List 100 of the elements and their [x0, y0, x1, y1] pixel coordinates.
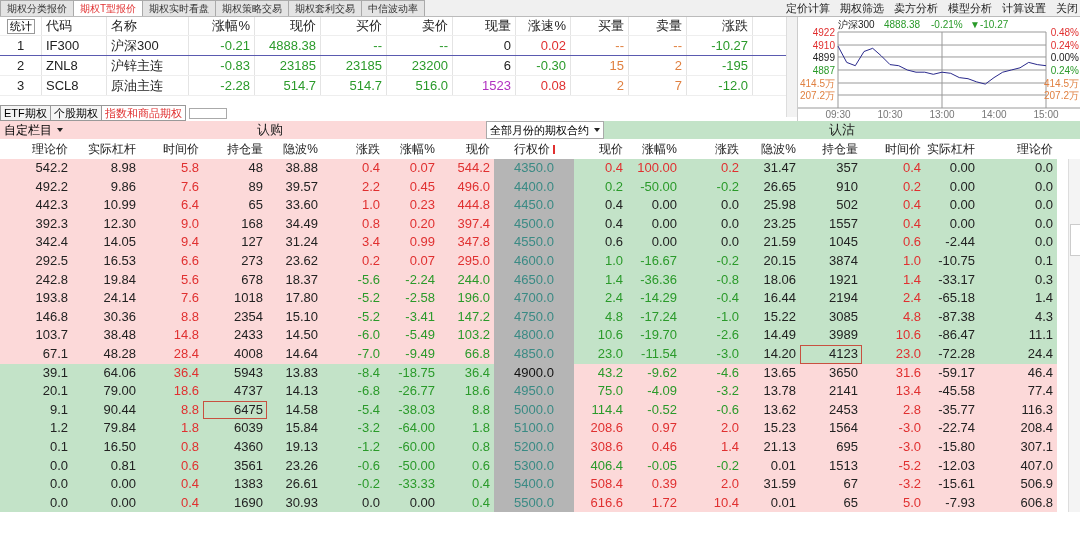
table-cell: 原油主连 [107, 76, 189, 95]
column-header[interactable]: 行权价 [494, 139, 574, 159]
row-number: 3 [0, 76, 42, 95]
table-cell: 0.4 [862, 196, 925, 215]
menu-item[interactable]: 定价计算 [786, 0, 830, 16]
column-header[interactable]: 实际杠杆 [925, 139, 979, 159]
sheet-tab[interactable]: ETF期权 [0, 105, 51, 121]
column-header[interactable]: 持仓量 [800, 139, 862, 159]
tab[interactable]: 期权实时看盘 [142, 0, 217, 16]
table-cell: -65.18 [925, 289, 979, 308]
table-cell: -3.2 [862, 475, 925, 494]
sheet-tab[interactable]: 指数和商品期权 [100, 105, 186, 121]
axis-label: 4887 [812, 65, 835, 76]
table-cell: 26.61 [267, 475, 322, 494]
table-cell: SCL8 [42, 76, 107, 95]
table-cell: 4888.38 [255, 36, 321, 55]
column-header[interactable]: 涨跌 [322, 139, 384, 159]
table-cell: 1018 [203, 289, 267, 308]
table-cell: 0.39 [627, 475, 681, 494]
tab[interactable]: 中信波动率 [361, 0, 426, 16]
axis-label: 0.24% [1050, 65, 1079, 76]
table-cell: 48 [203, 159, 267, 178]
table-cell: -3.2 [681, 382, 743, 401]
table-cell: -0.83 [189, 56, 255, 75]
table-cell: 2 [571, 76, 629, 95]
tab-scroller[interactable] [188, 108, 227, 119]
column-header[interactable]: 现价 [439, 139, 494, 159]
quote-row[interactable]: 1 IF300 沪深300 -0.21 4888.38 -- -- 0 0.02 -- -- -10.27 [0, 36, 786, 56]
table-cell: 14.49 [743, 326, 800, 345]
column-header[interactable]: 隐波% [743, 139, 800, 159]
column-header[interactable]: 现价 [255, 17, 321, 35]
table-cell: 17.80 [267, 289, 322, 308]
table-cell: 357 [800, 159, 862, 178]
table-cell: 5.8 [140, 159, 203, 178]
menu-item[interactable]: 卖方分析 [894, 0, 938, 16]
quote-row[interactable]: 2 ZNL8 沪锌主连 -0.83 23185 23185 23200 6 -0.30 15 2 -195 [0, 56, 786, 76]
column-header[interactable]: 名称 [107, 17, 189, 35]
column-header[interactable]: 涨跌 [681, 139, 743, 159]
column-header[interactable]: 持仓量 [203, 139, 267, 159]
table-cell: 38.88 [267, 159, 322, 178]
tab[interactable]: 期权套利交易 [288, 0, 363, 16]
table-cell: 1.4 [979, 289, 1057, 308]
column-header[interactable]: 理论价 [979, 139, 1057, 159]
table-cell: 0.0 [979, 159, 1057, 178]
menu-item[interactable]: 模型分析 [948, 0, 992, 16]
month-dropdown[interactable]: 全部月份的期权合约 [486, 121, 604, 139]
menu-item[interactable]: 期权筛选 [840, 0, 884, 16]
table-cell: 127 [203, 233, 267, 252]
tab[interactable]: 期权T型报价 [73, 0, 144, 16]
scrollbar[interactable] [1068, 159, 1080, 512]
column-header[interactable]: 实际杠杆 [72, 139, 140, 159]
table-cell: 3989 [800, 326, 862, 345]
table-cell: -3.0 [862, 419, 925, 438]
column-header[interactable]: 卖量 [629, 17, 687, 35]
tab[interactable]: 期权策略交易 [215, 0, 290, 16]
menu-item[interactable]: 计算设置 [1002, 0, 1046, 16]
table-cell: 0.08 [516, 76, 571, 95]
table-cell: 67 [800, 475, 862, 494]
table-cell: 0.4 [439, 475, 494, 494]
custom-columns-button[interactable]: 自定栏目 [0, 121, 67, 139]
strike-cell: 4550.0 [494, 233, 574, 252]
scrollbar[interactable] [786, 17, 797, 117]
table-cell: 0.0 [0, 475, 72, 494]
column-header[interactable]: 时间价 [862, 139, 925, 159]
table-cell: 208.6 [574, 419, 627, 438]
axis-label: 414.5万 [1043, 78, 1079, 89]
table-cell: 14.05 [72, 233, 140, 252]
strike-cell: 4350.0 [494, 159, 574, 178]
table-cell: 0 [453, 36, 516, 55]
quote-row[interactable]: 3 SCL8 原油主连 -2.28 514.7 514.7 516.0 1523 0.08 2 7 -12.0 [0, 76, 786, 96]
tab[interactable]: 期权分类报价 [0, 0, 74, 16]
column-header[interactable]: 卖价 [387, 17, 453, 35]
column-header[interactable]: 现量 [453, 17, 516, 35]
stat-button[interactable]: 统计 [6, 19, 35, 34]
table-cell: -5.2 [322, 289, 384, 308]
column-header[interactable]: 隐波% [267, 139, 322, 159]
table-cell: 514.7 [321, 76, 387, 95]
table-cell: 193.8 [0, 289, 72, 308]
column-header[interactable]: 买价 [321, 17, 387, 35]
column-header[interactable]: 涨幅% [627, 139, 681, 159]
table-cell: 342.4 [0, 233, 72, 252]
axis-label: 4910 [812, 40, 835, 52]
column-header[interactable]: 涨速% [516, 17, 571, 35]
column-header[interactable]: 涨跌 [687, 17, 753, 35]
table-cell: 0.00 [627, 233, 681, 252]
table-cell: 1.8 [140, 419, 203, 438]
column-header[interactable]: 理论价 [0, 139, 72, 159]
scroll-thumb[interactable] [1070, 224, 1080, 256]
column-header[interactable]: 时间价 [140, 139, 203, 159]
column-header[interactable]: 买量 [571, 17, 629, 35]
column-header[interactable]: 现价 [574, 139, 627, 159]
menu-item[interactable]: 关闭 [1056, 0, 1078, 16]
sheet-tab[interactable]: 个股期权 [49, 105, 102, 121]
table-cell: 1.8 [439, 419, 494, 438]
strike-cell: 4950.0 [494, 382, 574, 401]
column-header[interactable]: 代码 [42, 17, 107, 35]
table-cell: 79.84 [72, 419, 140, 438]
column-header[interactable]: 涨幅% [189, 17, 255, 35]
table-cell: 2433 [203, 326, 267, 345]
column-header[interactable]: 涨幅% [384, 139, 439, 159]
